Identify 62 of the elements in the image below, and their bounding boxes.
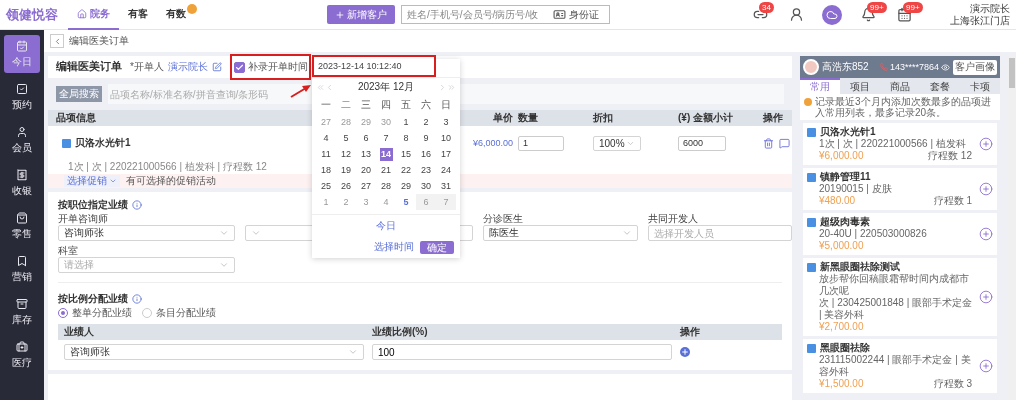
column-header: 操作 — [680, 325, 700, 339]
promo-note: 有可选择的促销活动 — [126, 174, 216, 188]
column-header: 折扣 — [593, 111, 613, 125]
weekday-label: 日 — [440, 98, 452, 112]
radio-label: 条目分配业绩 — [156, 306, 216, 320]
weekday-label: 四 — [380, 98, 392, 112]
item-name: 新黑眼圈祛除测试 — [820, 261, 900, 273]
checkbox-label: 补录开单时间 — [247, 60, 308, 74]
column-header: 业绩比例(%) — [372, 325, 428, 339]
section-title: 按比例分配业绩 — [58, 292, 128, 306]
item-name: 黑眼圈祛除 — [820, 342, 870, 354]
section-title: 按职位指定业绩 — [58, 198, 128, 212]
item-price: ¥480.00 — [819, 195, 856, 207]
weekday-label: 一 — [320, 98, 332, 112]
count-badge: 99+ — [903, 1, 923, 13]
count-badge: 99+ — [867, 1, 887, 13]
item-name: 镇静管理11 — [820, 171, 871, 183]
item-details: 231115002244 | 眼部手术定金 | 美容外科 — [818, 354, 972, 378]
user-name: 演示院长 — [970, 2, 1010, 15]
weekday-label: 六 — [420, 98, 432, 112]
app-logo: 领健悦容 — [6, 5, 58, 24]
field-label: 科室 — [58, 244, 79, 256]
radio-label: 整单分配业绩 — [72, 306, 132, 320]
item-details: 次 | 230425001848 | 眼部手术定金 | 美容外科 — [818, 297, 974, 321]
page-title: 编辑医美订单 — [56, 60, 122, 74]
field-label: 共同开发人 — [648, 212, 699, 224]
column-header: 数量 — [518, 111, 538, 125]
store-name: 上海张江门店 — [950, 14, 1010, 27]
item-price: ¥5,000.00 — [819, 240, 864, 252]
item-name: 贝洛水光针1 — [820, 126, 876, 138]
course-count: 疗程数 12 — [928, 150, 972, 162]
column-header: 单价 — [493, 111, 513, 125]
item-details: 1次 | 次 | 220221000566 | 植发科 — [818, 138, 967, 150]
notice-text: 记录最近3个月内添加次数最多的品项进入常用列表，最多记录20条。 — [815, 96, 992, 118]
item-name: 贝洛水光针1 — [75, 136, 131, 150]
item-details: 20190015 | 皮肤 — [818, 183, 893, 195]
search-tag: 全局搜索 — [56, 86, 102, 102]
count-badge: 34 — [759, 1, 774, 13]
course-count: 疗程数 3 — [933, 378, 972, 390]
item-name: 超级肉毒素 — [820, 216, 870, 228]
column-header: (¥) 金额小计 — [678, 111, 733, 125]
customer-phone: 143****7864 — [889, 62, 939, 72]
item-details: 1次 | 次 | 220221000566 | 植发科 | 疗程数 12 — [68, 160, 267, 174]
column-header: 品项信息 — [56, 111, 96, 125]
course-count: 疗程数 1 — [933, 195, 972, 207]
item-details: 20-40U | 220503000826 — [818, 228, 928, 240]
opener-label: *开单人 — [130, 60, 164, 74]
breadcrumb: 编辑医美订单 — [69, 34, 129, 48]
item-price: ¥1,500.00 — [819, 378, 864, 390]
column-header: 操作 — [763, 111, 783, 125]
item-description: 放步帮你回稿眼霜帮时间内成都市几次呢 — [818, 273, 970, 297]
column-header: 业绩人 — [64, 325, 94, 339]
item-price: ¥6,000.00 — [819, 150, 864, 162]
month-title: 2023年 12月 — [357, 80, 415, 94]
unit-price: ¥6,000.00 — [471, 138, 513, 148]
weekday-label: 二 — [340, 98, 352, 112]
weekday-label: 三 — [360, 98, 372, 112]
weekday-label: 五 — [400, 98, 412, 112]
item-price: ¥2,700.00 — [819, 321, 864, 333]
field-label: 分诊医生 — [483, 212, 524, 224]
customer-name: 高浩东852 — [822, 60, 869, 74]
field-label: 开单咨询师 — [58, 212, 109, 224]
